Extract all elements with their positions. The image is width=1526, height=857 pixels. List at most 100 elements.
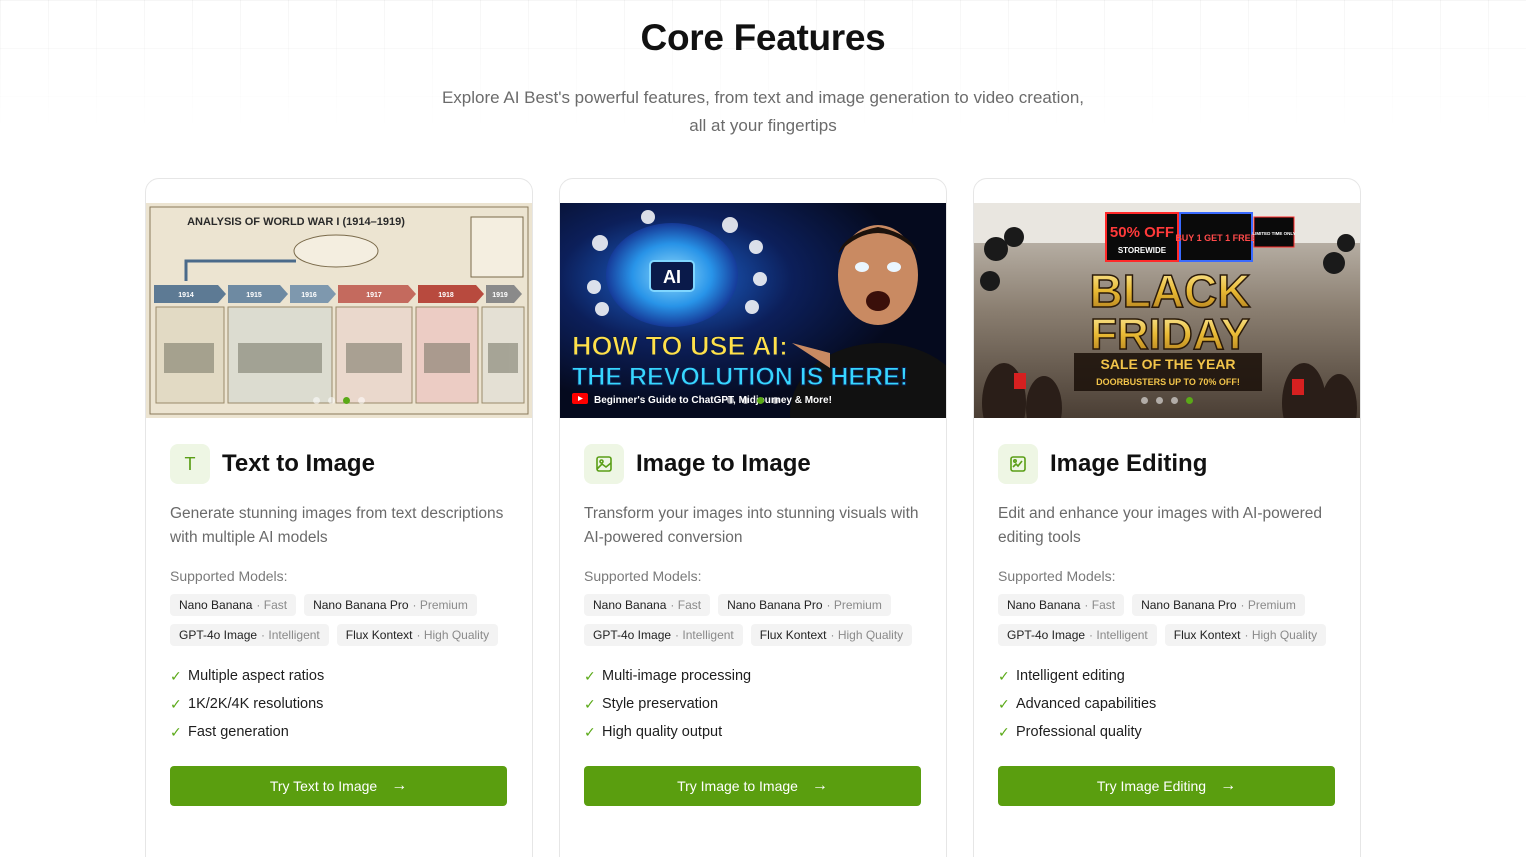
model-chip: Flux KontextHigh Quality bbox=[336, 624, 499, 646]
feature-item: ✓ High quality output bbox=[584, 718, 922, 746]
feature-cards: ANALYSIS OF WORLD WAR I (1914–1919) 1914 bbox=[145, 178, 1361, 857]
friday-text: FRIDAY bbox=[1090, 310, 1250, 359]
sign-storewide: STOREWIDE bbox=[1118, 246, 1167, 255]
model-chip: Nano BananaFast bbox=[998, 594, 1125, 616]
model-chip: Flux KontextHigh Quality bbox=[1164, 624, 1327, 646]
sign-bogo: BUY 1 GET 1 FREE bbox=[1175, 233, 1256, 243]
arrow-right-icon: → bbox=[811, 777, 828, 794]
model-chip: GPT-4o ImageIntelligent bbox=[170, 624, 329, 646]
timeline-arrows bbox=[154, 285, 522, 303]
carousel-dot-active[interactable] bbox=[343, 397, 350, 404]
carousel-dot[interactable] bbox=[742, 397, 749, 404]
card-image-carousel[interactable]: AI HOW TO USE AI: THE REVOLUTION IS HERE… bbox=[560, 179, 946, 418]
card-description: Generate stunning images from text descr… bbox=[170, 505, 504, 546]
feature-item: ✓ Style preservation bbox=[584, 690, 922, 718]
section-title: Core Features bbox=[640, 17, 886, 58]
try-image-editing-button[interactable]: Try Image Editing → bbox=[998, 766, 1335, 806]
check-icon: ✓ bbox=[998, 668, 1010, 684]
carousel-dot[interactable] bbox=[727, 397, 734, 404]
feature-item: ✓ 1K/2K/4K resolutions bbox=[170, 690, 508, 718]
feature-item: ✓ Multiple aspect ratios bbox=[170, 662, 508, 690]
section-header: Core Features Explore AI Best's powerful… bbox=[0, 14, 1526, 140]
model-chip: Nano Banana ProPremium bbox=[718, 594, 891, 616]
model-chip: GPT-4o ImageIntelligent bbox=[998, 624, 1157, 646]
carousel-dot[interactable] bbox=[1141, 397, 1148, 404]
svg-text:1919: 1919 bbox=[492, 292, 508, 299]
carousel-dot[interactable] bbox=[1171, 397, 1178, 404]
model-chips: Nano BananaFast Nano Banana ProPremium G… bbox=[584, 594, 914, 646]
image-edit-icon bbox=[998, 444, 1038, 484]
arrow-right-icon: → bbox=[1220, 777, 1237, 794]
card-header: Image to Image bbox=[584, 444, 922, 484]
sign-limited: LIMITED TIME ONLY bbox=[1252, 231, 1295, 236]
carousel-dot[interactable] bbox=[358, 397, 365, 404]
section-subtitle: Explore AI Best's powerful features, fro… bbox=[441, 88, 1085, 135]
svg-text:1916: 1916 bbox=[301, 292, 317, 299]
doorbusters-text: DOORBUSTERS UP TO 70% OFF! bbox=[1096, 377, 1240, 387]
carousel-dot[interactable] bbox=[1156, 397, 1163, 404]
try-text-to-image-button[interactable]: Try Text to Image → bbox=[170, 766, 507, 806]
card-image-carousel[interactable]: 50% OFF STOREWIDE BUY 1 GET 1 FREE LIMIT… bbox=[974, 179, 1360, 418]
feature-item: ✓ Multi-image processing bbox=[584, 662, 922, 690]
check-icon: ✓ bbox=[998, 696, 1010, 712]
feature-list: ✓ Multiple aspect ratios ✓ 1K/2K/4K resolu… bbox=[170, 662, 508, 746]
carousel-dot[interactable] bbox=[313, 397, 320, 404]
svg-text:1914: 1914 bbox=[178, 292, 194, 299]
card-title: Text to Image bbox=[222, 450, 375, 477]
feature-list: ✓ Intelligent editing ✓ Advanced capabilit… bbox=[998, 662, 1336, 746]
check-icon: ✓ bbox=[170, 668, 182, 684]
ww1-infographic-image: ANALYSIS OF WORLD WAR I (1914–1919) 1914 bbox=[146, 203, 532, 418]
carousel-dot[interactable] bbox=[328, 397, 335, 404]
check-icon: ✓ bbox=[584, 696, 596, 712]
card-header: T Text to Image bbox=[170, 444, 508, 484]
carousel-dot-active[interactable] bbox=[757, 397, 764, 404]
black-friday-image: 50% OFF STOREWIDE BUY 1 GET 1 FREE LIMIT… bbox=[974, 203, 1360, 418]
try-image-to-image-button[interactable]: Try Image to Image → bbox=[584, 766, 921, 806]
carousel-dots bbox=[313, 397, 365, 404]
card-title: Image to Image bbox=[636, 450, 811, 477]
carousel-dots bbox=[1141, 397, 1193, 404]
model-chip: GPT-4o ImageIntelligent bbox=[584, 624, 743, 646]
supported-models-label: Supported Models: bbox=[584, 568, 702, 584]
svg-text:1915: 1915 bbox=[246, 292, 262, 299]
ww1-title: ANALYSIS OF WORLD WAR I (1914–1919) bbox=[187, 216, 405, 228]
card-image-carousel[interactable]: ANALYSIS OF WORLD WAR I (1914–1919) 1914 bbox=[146, 179, 532, 418]
card-body: Image to Image Transform your images int… bbox=[560, 418, 946, 806]
thumbnail-headline-1: HOW TO USE AI: bbox=[572, 331, 788, 361]
card-body: Image Editing Edit and enhance your imag… bbox=[974, 418, 1360, 806]
feature-item: ✓ Professional quality bbox=[998, 718, 1336, 746]
model-chip: Flux KontextHigh Quality bbox=[750, 624, 913, 646]
feature-card-text-to-image: ANALYSIS OF WORLD WAR I (1914–1919) 1914 bbox=[145, 178, 533, 857]
check-icon: ✓ bbox=[170, 724, 182, 740]
image-icon bbox=[584, 444, 624, 484]
check-icon: ✓ bbox=[584, 668, 596, 684]
carousel-dot-active[interactable] bbox=[1186, 397, 1193, 404]
sign-50-off: 50% OFF bbox=[1110, 224, 1174, 241]
card-title: Image Editing bbox=[1050, 450, 1208, 477]
card-description: Edit and enhance your images with AI-pow… bbox=[998, 505, 1322, 546]
model-chips: Nano BananaFast Nano Banana ProPremium G… bbox=[170, 594, 500, 646]
carousel-dot[interactable] bbox=[772, 397, 779, 404]
feature-list: ✓ Multi-image processing ✓ Style preservat… bbox=[584, 662, 922, 746]
check-icon: ✓ bbox=[998, 724, 1010, 740]
check-icon: ✓ bbox=[584, 724, 596, 740]
ai-badge: AI bbox=[663, 267, 681, 287]
card-body: T Text to Image Generate stunning images… bbox=[146, 418, 532, 806]
svg-text:1917: 1917 bbox=[366, 292, 382, 299]
svg-text:1918: 1918 bbox=[438, 292, 454, 299]
model-chip: Nano Banana ProPremium bbox=[1132, 594, 1305, 616]
supported-models-label: Supported Models: bbox=[170, 568, 288, 584]
carousel-dots bbox=[727, 397, 779, 404]
thumbnail-headline-2: THE REVOLUTION IS HERE! bbox=[572, 363, 908, 391]
model-chips: Nano BananaFast Nano Banana ProPremium G… bbox=[998, 594, 1328, 646]
text-t-icon: T bbox=[170, 444, 210, 484]
sale-of-year-text: SALE OF THE YEAR bbox=[1100, 356, 1235, 372]
card-description: Transform your images into stunning visu… bbox=[584, 505, 919, 546]
model-chip: Nano Banana ProPremium bbox=[304, 594, 477, 616]
card-header: Image Editing bbox=[998, 444, 1336, 484]
feature-card-image-editing: 50% OFF STOREWIDE BUY 1 GET 1 FREE LIMIT… bbox=[973, 178, 1361, 857]
feature-item: ✓ Fast generation bbox=[170, 718, 508, 746]
feature-item: ✓ Intelligent editing bbox=[998, 662, 1336, 690]
supported-models-label: Supported Models: bbox=[998, 568, 1116, 584]
ai-thumbnail-image: AI HOW TO USE AI: THE REVOLUTION IS HERE… bbox=[560, 203, 946, 418]
